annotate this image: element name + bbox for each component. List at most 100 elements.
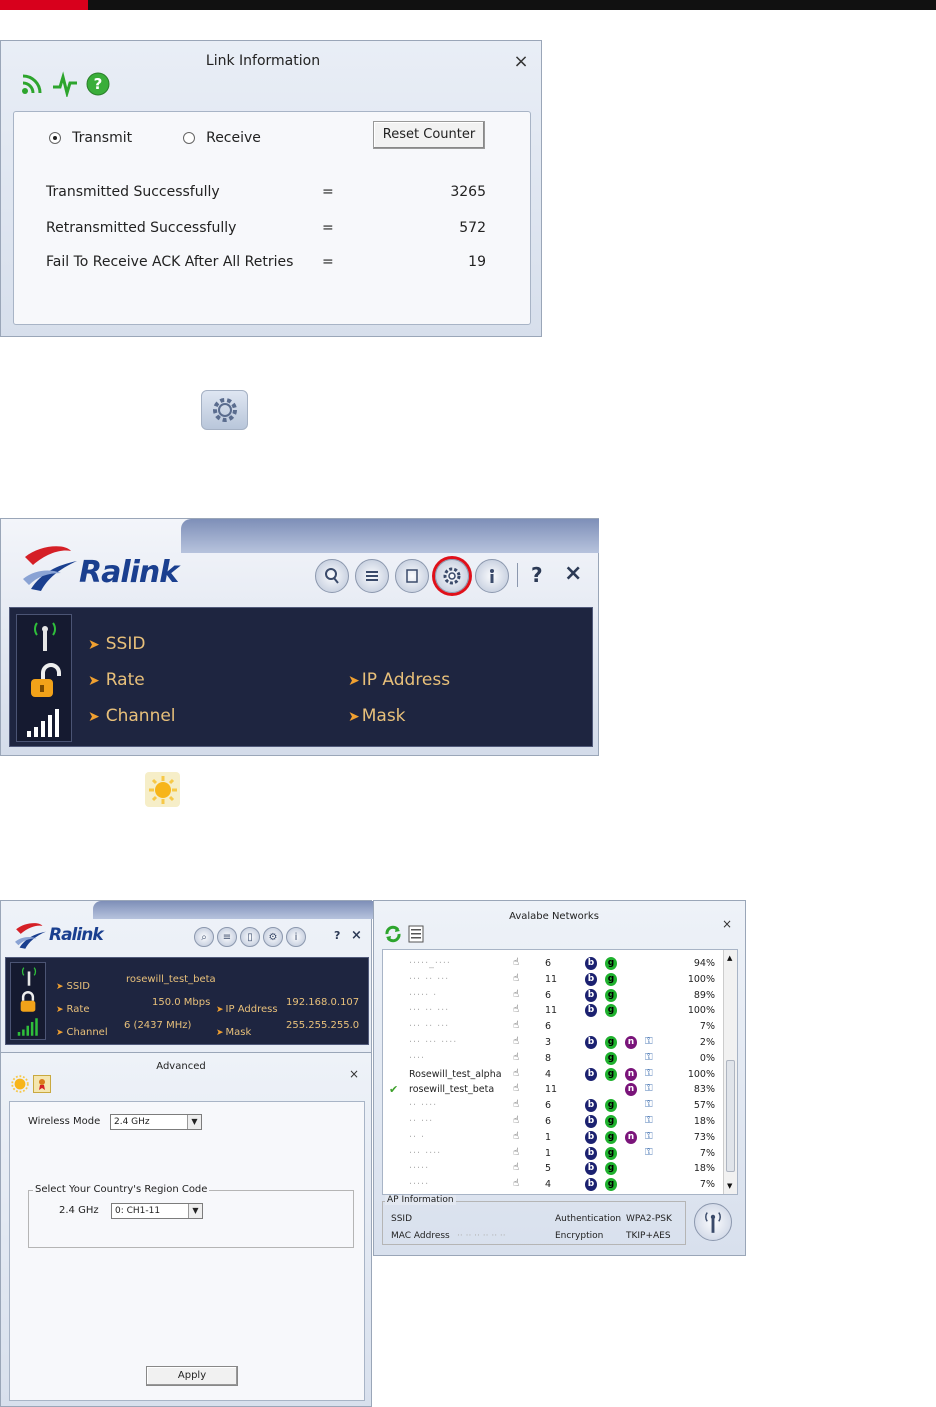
signal-percent: 57% — [693, 1100, 715, 1112]
ssid-field: ➤ SSID — [88, 634, 145, 654]
network-channel: 11 — [545, 1084, 558, 1096]
list-item[interactable]: ····· ☝ 5 b g 18% — [383, 1161, 723, 1177]
list-item[interactable]: Rosewill_test_alpha ☝ 4 b g n ⚿ 100% — [383, 1067, 723, 1083]
search-icon[interactable]: ⌕ — [194, 927, 214, 947]
signal-percent: 83% — [693, 1084, 715, 1096]
chevron-down-icon: ▼ — [187, 1115, 201, 1129]
region-code-select[interactable]: 0: CH1-11 ▼ — [111, 1203, 203, 1219]
mode-b-icon: b — [585, 1178, 597, 1192]
list-item[interactable]: ·····_···· ☝ 6 b g 94% — [383, 956, 723, 972]
ip-label: IP Address — [225, 1004, 278, 1015]
close-icon[interactable]: × — [349, 1067, 359, 1081]
list-icon[interactable]: ≡ — [217, 927, 237, 947]
network-ssid: rosewill_test_beta — [409, 1084, 495, 1096]
transmit-label: Transmit — [72, 130, 133, 146]
activity-pulse-icon[interactable] — [51, 71, 79, 97]
key-icon: ⚿ — [645, 1099, 653, 1111]
signal-hand-icon: ☝ — [513, 972, 520, 984]
arrow-icon: ➤ — [348, 709, 360, 725]
reset-counter-button[interactable]: Reset Counter — [373, 121, 485, 149]
window-title: Advanced — [156, 1061, 206, 1072]
receive-radio[interactable]: Receive — [183, 127, 261, 146]
apply-button[interactable]: Apply — [146, 1366, 238, 1386]
mask-field: ➤ Mask — [216, 1020, 251, 1039]
help-icon[interactable]: ? — [85, 71, 111, 97]
ip-field: ➤ IP Address — [348, 670, 450, 690]
chevron-down-icon[interactable]: ▼ — [727, 1182, 732, 1190]
rate-field: ➤ Rate — [88, 670, 145, 690]
network-channel: 1 — [545, 1131, 552, 1143]
key-icon: ⚿ — [645, 1083, 653, 1095]
ip-value: 192.168.0.107 — [286, 997, 360, 1008]
settings-button[interactable] — [201, 390, 248, 430]
stat-name: Retransmitted Successfully — [46, 220, 237, 236]
ralink-toolbar: ⌕ ≡ ▯ ⚙ i — [194, 927, 306, 947]
list-item[interactable]: ··· ·· ··· ☝ 6 7% — [383, 1019, 723, 1035]
close-icon[interactable]: × — [564, 561, 582, 586]
stat-value: 19 — [468, 254, 486, 270]
list-icon[interactable] — [355, 559, 389, 593]
list-item[interactable]: ··· ·· ··· ☝ 11 b g 100% — [383, 972, 723, 988]
gear-icon[interactable]: ⚙ — [263, 927, 283, 947]
search-icon[interactable] — [315, 559, 349, 593]
window-title: Link Information — [205, 53, 321, 69]
ralink-logo-text: Ralink — [49, 925, 104, 945]
region-code-group: Select Your Country's Region Code 2.4 GH… — [28, 1184, 354, 1248]
wifi-signal-icon[interactable] — [19, 71, 45, 97]
sun-icon[interactable] — [11, 1075, 29, 1093]
list-item[interactable]: ··· ··· ···· ☝ 3 b g n ⚿ 2% — [383, 1035, 723, 1051]
document-icon[interactable]: ▯ — [240, 927, 260, 947]
arrow-icon: ➤ — [56, 1028, 64, 1038]
advanced-window: Advanced × Wireless Mode 2.4 GHz ▼ Selec… — [0, 1052, 372, 1407]
wireless-mode-select[interactable]: 2.4 GHz ▼ — [110, 1114, 202, 1130]
info-icon[interactable] — [475, 559, 509, 593]
list-item[interactable]: ✔ rosewill_test_beta ☝ 11 n ⚿ 83% — [383, 1082, 723, 1098]
network-ssid: ··· ·· ··· — [409, 973, 450, 985]
transmit-radio[interactable]: Transmit — [49, 127, 132, 146]
ssid-field: ➤ SSID — [56, 974, 90, 993]
stat-name: Fail To Receive ACK After All Retries — [46, 254, 294, 270]
mask-label: Mask — [225, 1027, 252, 1038]
help-icon[interactable]: ? — [334, 929, 340, 942]
list-item[interactable]: ··· ·· ··· ☝ 11 b g 100% — [383, 1003, 723, 1019]
network-channel: 1 — [545, 1147, 552, 1159]
connected-check-icon: ✔ — [389, 1083, 399, 1097]
refresh-icon[interactable] — [384, 925, 402, 947]
list-item[interactable]: ·· ···· ☝ 6 b g ⚿ 57% — [383, 1098, 723, 1114]
close-icon[interactable]: × — [722, 917, 732, 931]
certificate-icon[interactable] — [33, 1075, 51, 1093]
list-item[interactable]: ··· ···· ☝ 1 b g ⚿ 7% — [383, 1146, 723, 1162]
scrollbar[interactable]: ▲ ▼ — [723, 950, 737, 1194]
signal-hand-icon: ☝ — [513, 1130, 520, 1142]
info-icon[interactable]: i — [286, 927, 306, 947]
mask-label: Mask — [361, 706, 406, 726]
close-icon[interactable]: × — [511, 51, 531, 72]
title-tab — [93, 901, 373, 919]
mode-b-icon: b — [585, 972, 597, 986]
signal-hand-icon: ☝ — [513, 1083, 520, 1095]
signal-hand-icon: ☝ — [513, 1020, 520, 1032]
network-ssid: ··· ·· ··· — [409, 1005, 450, 1017]
network-ssid: ····· · — [409, 989, 438, 1001]
list-item[interactable]: ···· ☝ 8 g ⚿ 0% — [383, 1051, 723, 1067]
detail-list-icon[interactable] — [408, 925, 424, 947]
list-item[interactable]: ·· · ☝ 1 b g n ⚿ 73% — [383, 1130, 723, 1146]
mode-g-icon: g — [605, 1051, 617, 1065]
ap-auth-label: Authentication — [555, 1214, 622, 1224]
signal-hand-icon: ☝ — [513, 957, 520, 968]
close-icon[interactable]: × — [351, 928, 362, 943]
document-icon[interactable] — [395, 559, 429, 593]
list-item[interactable]: ····· ☝ 4 b g 7% — [383, 1177, 723, 1193]
help-icon[interactable]: ? — [531, 563, 543, 587]
gear-icon[interactable] — [435, 559, 469, 593]
mode-b-icon: b — [585, 1036, 597, 1049]
ssid-label: SSID — [105, 634, 146, 654]
list-item[interactable]: ····· · ☝ 6 b g 89% — [383, 988, 723, 1004]
chevron-up-icon[interactable]: ▲ — [727, 954, 732, 962]
list-item[interactable]: ·· ··· ☝ 6 b g ⚿ 18% — [383, 1114, 723, 1130]
mode-g-icon: g — [605, 1146, 617, 1160]
advanced-button[interactable] — [145, 772, 180, 807]
connect-button[interactable] — [694, 1203, 732, 1241]
network-channel: 11 — [545, 1005, 558, 1017]
scrollbar-thumb[interactable] — [726, 1060, 735, 1172]
